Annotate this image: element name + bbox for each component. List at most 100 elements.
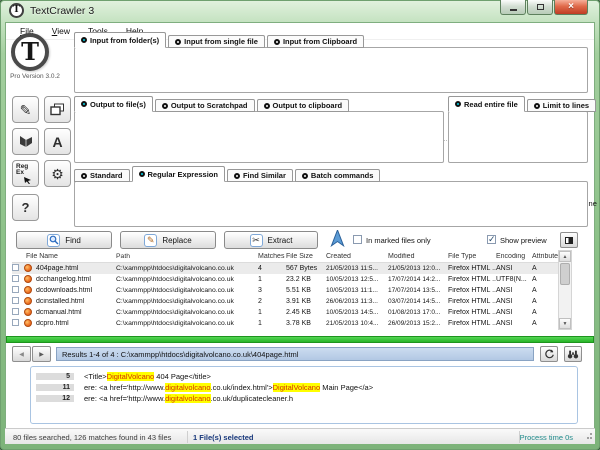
tab-limit-to-lines[interactable]: Limit to lines [526,99,597,112]
match-highlight: digitalvolcano [165,393,211,403]
refresh-icon [544,348,554,358]
show-preview-checkbox[interactable] [487,235,496,244]
windows-button[interactable] [44,96,71,123]
html-file-icon [24,307,32,316]
tab-read-entire-file[interactable]: Read entire file [448,96,525,112]
tab-selected-indicator [455,101,461,107]
col-created[interactable]: Created [326,253,388,260]
edit-scratchpad-button[interactable]: ✎ [12,96,39,123]
row-checkbox[interactable] [12,275,19,282]
line-number: 5 [36,372,74,380]
next-result-button[interactable]: ▶ [32,346,51,362]
col-modified[interactable]: Modified [388,253,448,260]
row-checkbox[interactable] [12,308,19,315]
col-file-size[interactable]: File Size [286,253,326,260]
library-button[interactable] [12,128,39,155]
tab-label: Output to clipboard [272,101,343,110]
find-button-label: Find [65,235,81,245]
binoculars-icon [567,350,579,358]
status-files-selected: 1 File(s) selected [193,433,254,442]
marked-files-only-label: In marked files only [366,236,431,245]
tab-output-to-scratchpad[interactable]: Output to Scratchpad [154,99,255,112]
tab-selected-indicator [138,171,145,177]
menu-item-view[interactable]: View [44,24,78,38]
find-button[interactable]: Find [16,231,112,249]
help-button[interactable]: ? [12,194,39,221]
table-row[interactable]: dcinstalled.html C:\xammpp\htdocs\digita… [12,296,558,307]
tab-label: Regular Expression [147,169,218,179]
maximize-button[interactable] [527,0,553,15]
show-preview-label: Show preview [500,236,547,245]
app-icon-letter: T [13,5,20,15]
tab-regular-expression[interactable]: Regular Expression [131,166,225,182]
row-checkbox[interactable] [12,286,19,293]
row-checkbox[interactable] [12,264,19,271]
col-matches[interactable]: Matches [258,253,286,260]
tab-input-from-clipboard[interactable]: Input from Clipboard [266,35,365,48]
tab-input-from-folders[interactable]: Input from folder(s) [74,32,167,48]
row-checkbox[interactable] [12,319,19,326]
html-file-icon [24,285,32,294]
table-row[interactable]: dcmanual.html C:\xammpp\htdocs\digitalvo… [12,307,558,318]
scroll-down-icon[interactable]: ▼ [559,318,571,329]
gear-icon: ⚙ [51,165,64,182]
match-highlight: DigitalVolcano [106,371,155,381]
col-path[interactable]: Path [116,253,258,260]
regex-helper-button[interactable]: Reg Ex [12,160,39,187]
tab-label: Output to Scratchpad [170,101,248,110]
preview-line: 11 ere: <a href='http://www.digitalvolca… [36,382,373,392]
tab-indicator [175,38,182,45]
marked-files-only-checkbox[interactable] [353,235,362,244]
tab-selected-indicator [81,37,87,43]
row-checkbox[interactable] [12,297,19,304]
table-scrollbar[interactable]: ▲ ▼ [558,250,572,330]
extract-button[interactable]: ✂ Extract [224,231,318,249]
previous-result-button[interactable]: ◀ [12,346,31,362]
pencil-icon: ✎ [19,101,32,118]
tab-find-similar[interactable]: Find Similar [226,169,293,182]
close-icon: × [568,1,574,12]
tab-output-to-clipboard[interactable]: Output to clipboard [256,99,350,112]
font-button[interactable]: A [44,128,71,155]
close-button[interactable]: × [554,0,588,15]
col-attributes[interactable]: Attributes [532,253,558,260]
input-tabs: Input from folder(s) Input from single f… [74,32,365,48]
app-icon: T [9,3,24,18]
question-mark-icon: ? [21,199,30,215]
search-results-button[interactable] [564,346,582,362]
letter-a-icon: A [52,133,63,150]
replace-button[interactable]: ✎ Replace [120,231,216,249]
col-encoding[interactable]: Encoding [496,253,532,260]
tab-label: Limit to lines [542,101,590,110]
extract-button-label: Extract [267,235,293,245]
scroll-up-icon[interactable]: ▲ [559,251,571,262]
resize-grip[interactable] [584,433,592,441]
table-row[interactable]: dcchangelog.html C:\xammpp\htdocs\digita… [12,274,558,285]
settings-button[interactable]: ⚙ [44,160,71,187]
file-table: File Name Path Matches File Size Created… [12,250,558,329]
results-header-text: Results 1-4 of 4 : C:\xammpp\htdocs\digi… [62,349,299,359]
tab-batch-commands[interactable]: Batch commands [294,169,381,182]
tab-input-from-single-file[interactable]: Input from single file [168,35,265,48]
col-file-type[interactable]: File Type [448,253,496,260]
tab-indicator [233,172,240,179]
col-file-name[interactable]: File Name [12,253,116,260]
preview-layout-button[interactable] [560,232,578,248]
tab-standard[interactable]: Standard [74,169,130,182]
status-search-summary: 80 files searched, 126 matches found in … [13,433,172,442]
splitter-bar[interactable] [6,336,594,343]
refresh-button[interactable] [540,346,558,362]
tab-label: Read entire file [464,99,518,109]
line-number: 11 [36,383,74,391]
table-row[interactable]: dcdownloads.html C:\xammpp\htdocs\digita… [12,285,558,296]
tab-label: Standard [90,171,123,180]
minimize-button[interactable] [500,0,526,15]
table-row[interactable]: dcpro.html C:\xammpp\htdocs\digitalvolca… [12,318,558,329]
magnifier-icon [47,233,61,247]
table-row[interactable]: 404page.html C:\xammpp\htdocs\digitalvol… [12,263,558,274]
line-number: 12 [36,394,74,402]
scroll-thumb[interactable] [560,263,570,285]
tab-selected-indicator [81,101,87,107]
tab-output-to-files[interactable]: Output to file(s) [74,96,153,112]
match-highlight: DigitalVolcano [272,382,321,392]
